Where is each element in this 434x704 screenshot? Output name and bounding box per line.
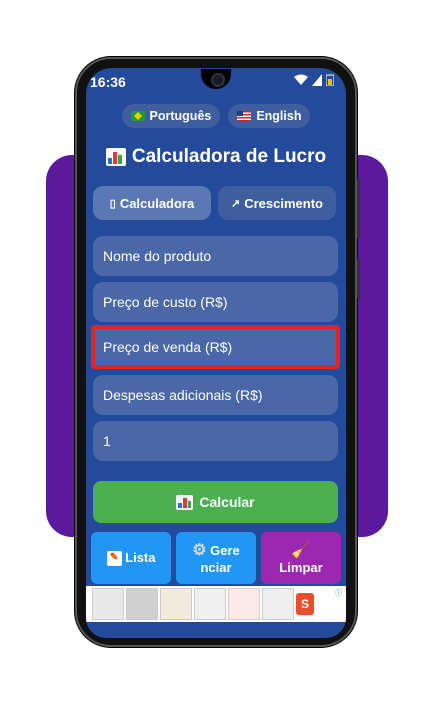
tab-growth[interactable]: ↗ Crescimento <box>218 186 336 220</box>
wifi-icon <box>294 74 308 85</box>
volume-button <box>357 179 360 239</box>
ad-product-image[interactable] <box>92 588 124 620</box>
sale-price-input[interactable]: Preço de venda (R$) <box>91 325 340 369</box>
list-button[interactable]: ✎ Lista <box>91 532 171 584</box>
brazil-flag-icon <box>130 111 145 121</box>
button-label: Limpar <box>279 559 323 575</box>
tab-bar: ▯ Calculadora ↗ Crescimento <box>93 186 341 220</box>
app-screen: 16:36 Português English Calculadora de L… <box>86 68 346 638</box>
ad-product-image[interactable] <box>160 588 192 620</box>
field-placeholder: Despesas adicionais (R$) <box>103 387 263 403</box>
extra-expenses-input[interactable]: Despesas adicionais (R$) <box>93 375 338 415</box>
field-value: 1 <box>103 433 111 449</box>
trend-icon: ↗ <box>231 197 241 210</box>
app-title: Calculadora de Lucro <box>131 146 327 167</box>
memo-icon: ✎ <box>106 550 122 566</box>
battery-icon <box>326 74 334 86</box>
tab-label: Crescimento <box>244 195 323 211</box>
tab-calculator[interactable]: ▯ Calculadora <box>93 186 211 220</box>
language-label: English <box>256 109 302 123</box>
button-label: nciar <box>200 559 232 575</box>
clear-button[interactable]: 🧹 Limpar <box>261 532 341 584</box>
calculate-button[interactable]: Calcular <box>93 481 338 523</box>
button-label: Lista <box>125 550 156 566</box>
phone-frame: 16:36 Português English Calculadora de L… <box>75 57 360 647</box>
ad-product-image[interactable] <box>262 588 294 620</box>
tab-label: Calculadora <box>119 195 195 211</box>
cost-price-input[interactable]: Preço de custo (R$) <box>93 282 338 322</box>
gear-icon: ⚙ <box>192 541 207 559</box>
language-english-button[interactable]: English <box>228 104 311 128</box>
field-placeholder: Preço de custo (R$) <box>103 294 228 310</box>
quantity-input[interactable]: 1 <box>93 421 338 461</box>
ad-product-image[interactable] <box>126 588 158 620</box>
language-label: Português <box>149 109 212 123</box>
page-title: Calculadora de Lucro <box>86 146 346 168</box>
product-name-input[interactable]: Nome do produto <box>93 236 338 276</box>
broom-icon: 🧹 <box>291 541 311 559</box>
ad-banner[interactable]: S ⓘ <box>86 586 346 622</box>
calculator-icon: ▯ <box>109 197 116 210</box>
signal-icon <box>312 74 322 86</box>
bar-chart-icon <box>176 494 194 510</box>
language-portuguese-button[interactable]: Português <box>121 104 221 128</box>
us-flag-icon <box>237 111 252 121</box>
ad-info-icon[interactable]: ⓘ <box>335 588 342 598</box>
stage: 16:36 Português English Calculadora de L… <box>0 0 434 704</box>
manage-button[interactable]: ⚙ Gere nciar <box>176 532 256 584</box>
status-icons <box>294 74 334 86</box>
ad-product-image[interactable] <box>194 588 226 620</box>
button-label: Gere <box>210 542 240 558</box>
power-button <box>357 259 360 299</box>
language-selector: Português English <box>86 104 346 128</box>
field-placeholder: Nome do produto <box>103 248 212 264</box>
action-buttons: ✎ Lista ⚙ Gere nciar 🧹 Limpar <box>91 532 341 584</box>
status-time: 16:36 <box>90 74 126 90</box>
shopee-logo-icon[interactable]: S <box>296 593 314 615</box>
field-placeholder: Preço de venda (R$) <box>103 339 233 355</box>
bar-chart-icon <box>105 148 126 166</box>
ad-product-image[interactable] <box>228 588 260 620</box>
button-label: Calcular <box>199 494 255 510</box>
